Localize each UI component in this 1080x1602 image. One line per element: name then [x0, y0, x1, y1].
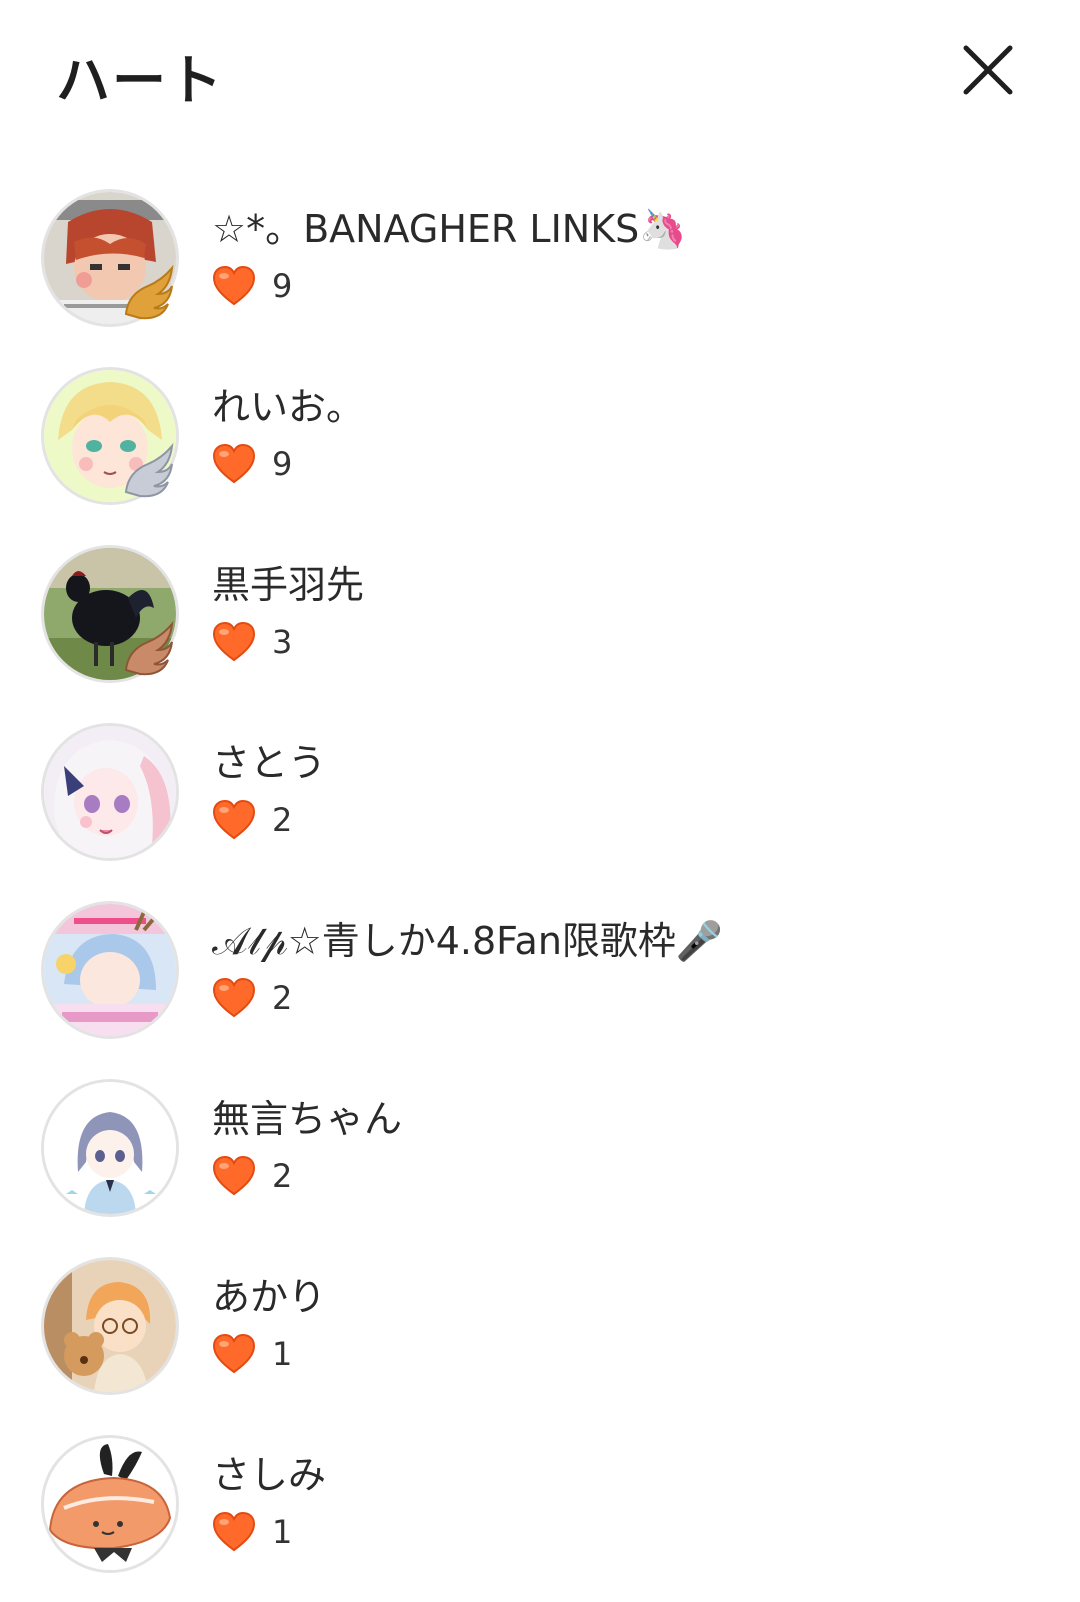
- heart-icon: [212, 444, 256, 484]
- user-name: 黒手羽先: [212, 563, 365, 607]
- heart-count: 2: [272, 1157, 293, 1195]
- heart-icon: [212, 1512, 256, 1552]
- heart-count-row: 9: [212, 264, 292, 308]
- avatar[interactable]: [44, 1082, 176, 1214]
- user-name: あかり: [212, 1275, 327, 1319]
- user-name: さしみ: [212, 1453, 327, 1497]
- bronze-wing-badge-icon: [124, 620, 174, 676]
- close-button[interactable]: [960, 42, 1016, 98]
- heart-count: 9: [272, 267, 293, 305]
- heart-count-row: 2: [212, 1154, 292, 1198]
- heart-count-row: 9: [212, 442, 292, 486]
- list-item[interactable]: ☆*。BANAGHER LINKS🦄 9: [0, 178, 1080, 356]
- heart-count: 2: [272, 979, 293, 1017]
- close-icon: [963, 45, 1013, 95]
- user-name: 𝒜𝓁𝓅☆青しか4.8Fan限歌枠🎤: [212, 919, 724, 963]
- heart-count: 1: [272, 1513, 293, 1551]
- user-name: さとう: [212, 741, 327, 785]
- heart-icon: [212, 1156, 256, 1196]
- heart-count-row: 1: [212, 1510, 292, 1554]
- user-name: ☆*。BANAGHER LINKS🦄: [212, 207, 687, 251]
- heart-count-row: 2: [212, 798, 292, 842]
- heart-count: 1: [272, 1335, 293, 1373]
- heart-icon: [212, 1334, 256, 1374]
- avatar[interactable]: [44, 726, 176, 858]
- header: ハート: [0, 0, 1080, 150]
- list-item[interactable]: さしみ 1: [0, 1424, 1080, 1602]
- heart-count-row: 2: [212, 976, 292, 1020]
- heart-count-row: 3: [212, 620, 292, 664]
- heart-icon: [212, 800, 256, 840]
- heart-count: 3: [272, 623, 293, 661]
- gold-wing-badge-icon: [124, 264, 174, 320]
- heart-icon: [212, 622, 256, 662]
- list-item[interactable]: れいお。 9: [0, 356, 1080, 534]
- heart-user-list: ☆*。BANAGHER LINKS🦄 9 れいお。 9 黒手羽先 3 さとう 2…: [0, 178, 1080, 1602]
- heart-count: 2: [272, 801, 293, 839]
- list-item[interactable]: 𝒜𝓁𝓅☆青しか4.8Fan限歌枠🎤 2: [0, 890, 1080, 1068]
- list-item[interactable]: 無言ちゃん 2: [0, 1068, 1080, 1246]
- user-name: れいお。: [212, 385, 365, 429]
- user-name: 無言ちゃん: [212, 1097, 403, 1141]
- heart-icon: [212, 266, 256, 306]
- heart-count-row: 1: [212, 1332, 292, 1376]
- page-title: ハート: [56, 49, 224, 112]
- heart-icon: [212, 978, 256, 1018]
- heart-count: 9: [272, 445, 293, 483]
- avatar[interactable]: [44, 904, 176, 1036]
- silver-wing-badge-icon: [124, 442, 174, 498]
- avatar[interactable]: [44, 1438, 176, 1570]
- avatar[interactable]: [44, 1260, 176, 1392]
- list-item[interactable]: さとう 2: [0, 712, 1080, 890]
- list-item[interactable]: 黒手羽先 3: [0, 534, 1080, 712]
- list-item[interactable]: あかり 1: [0, 1246, 1080, 1424]
